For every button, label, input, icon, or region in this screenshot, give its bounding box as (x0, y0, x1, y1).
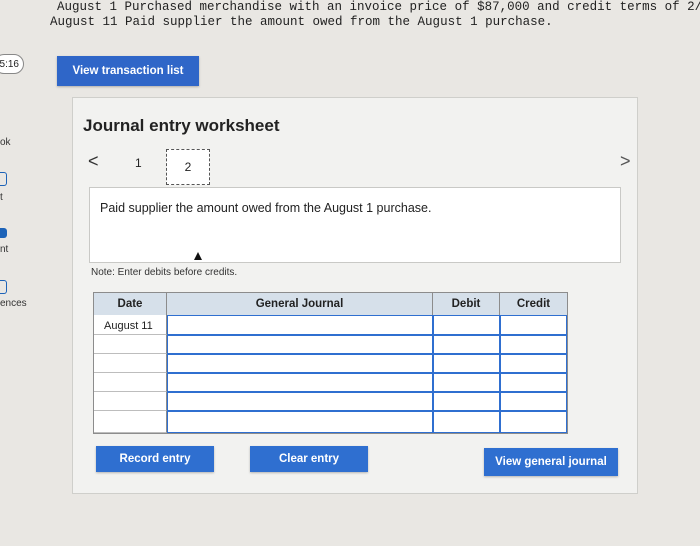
header-debit: Debit (433, 293, 500, 315)
row-6-credit-input[interactable] (500, 411, 567, 433)
row-6-debit-input[interactable] (433, 411, 500, 433)
rail-label-references[interactable]: ences (0, 298, 27, 309)
row-2-account-input[interactable] (167, 335, 433, 354)
row-5-debit-input[interactable] (433, 392, 500, 411)
problem-line-2: August 11 Paid supplier the amount owed … (50, 15, 553, 29)
row-5-account-input[interactable] (167, 392, 433, 411)
row-3-date (94, 354, 167, 373)
row-5-credit-input[interactable] (500, 392, 567, 411)
row-5-date (94, 392, 167, 411)
row-4-date (94, 373, 167, 392)
tab-1[interactable]: 1 (135, 156, 142, 170)
row-1-debit-input[interactable] (433, 315, 500, 335)
row-2-credit-input[interactable] (500, 335, 567, 354)
mouse-cursor-icon (194, 252, 202, 260)
rail-print-icon (0, 172, 7, 186)
rail-label-book[interactable]: ok (0, 137, 11, 148)
rail-label-print-2[interactable]: nt (0, 244, 8, 255)
tab-2-active[interactable]: 2 (166, 149, 210, 185)
journal-table: Date General Journal Debit Credit August… (93, 292, 568, 434)
timer-badge: 5:16 (0, 54, 24, 74)
debits-note: Note: Enter debits before credits. (91, 267, 238, 278)
row-6-account-input[interactable] (167, 411, 433, 433)
row-1-date-text: August 11 (104, 320, 153, 332)
rail-doc-icon (0, 228, 7, 238)
row-4-debit-input[interactable] (433, 373, 500, 392)
problem-line-1: August 1 Purchased merchandise with an i… (57, 0, 700, 14)
row-6-date (94, 411, 167, 433)
row-4-credit-input[interactable] (500, 373, 567, 392)
row-1-date: August 11 (94, 315, 167, 335)
problem-statement: August 1 Purchased merchandise with an i… (50, 0, 700, 30)
clear-entry-button[interactable]: Clear entry (250, 446, 368, 472)
row-1-account-input[interactable] (167, 315, 433, 335)
record-entry-button[interactable]: Record entry (96, 446, 214, 472)
row-2-debit-input[interactable] (433, 335, 500, 354)
rail-label-print[interactable]: t (0, 192, 3, 203)
row-3-credit-input[interactable] (500, 354, 567, 373)
header-date: Date (94, 293, 167, 315)
row-2-date (94, 335, 167, 354)
chevron-left-icon[interactable]: < (88, 151, 99, 172)
worksheet-title: Journal entry worksheet (83, 116, 280, 135)
header-credit: Credit (500, 293, 567, 315)
rail-references-icon (0, 280, 7, 294)
row-4-account-input[interactable] (167, 373, 433, 392)
row-3-debit-input[interactable] (433, 354, 500, 373)
header-general-journal: General Journal (167, 293, 433, 315)
view-transaction-list-button[interactable]: View transaction list (57, 56, 199, 86)
row-1-credit-input[interactable] (500, 315, 567, 335)
transaction-description: Paid supplier the amount owed from the A… (100, 201, 432, 215)
chevron-right-icon[interactable]: > (620, 151, 631, 172)
transaction-description-box: Paid supplier the amount owed from the A… (89, 187, 621, 263)
view-general-journal-button[interactable]: View general journal (484, 448, 618, 476)
row-3-account-input[interactable] (167, 354, 433, 373)
